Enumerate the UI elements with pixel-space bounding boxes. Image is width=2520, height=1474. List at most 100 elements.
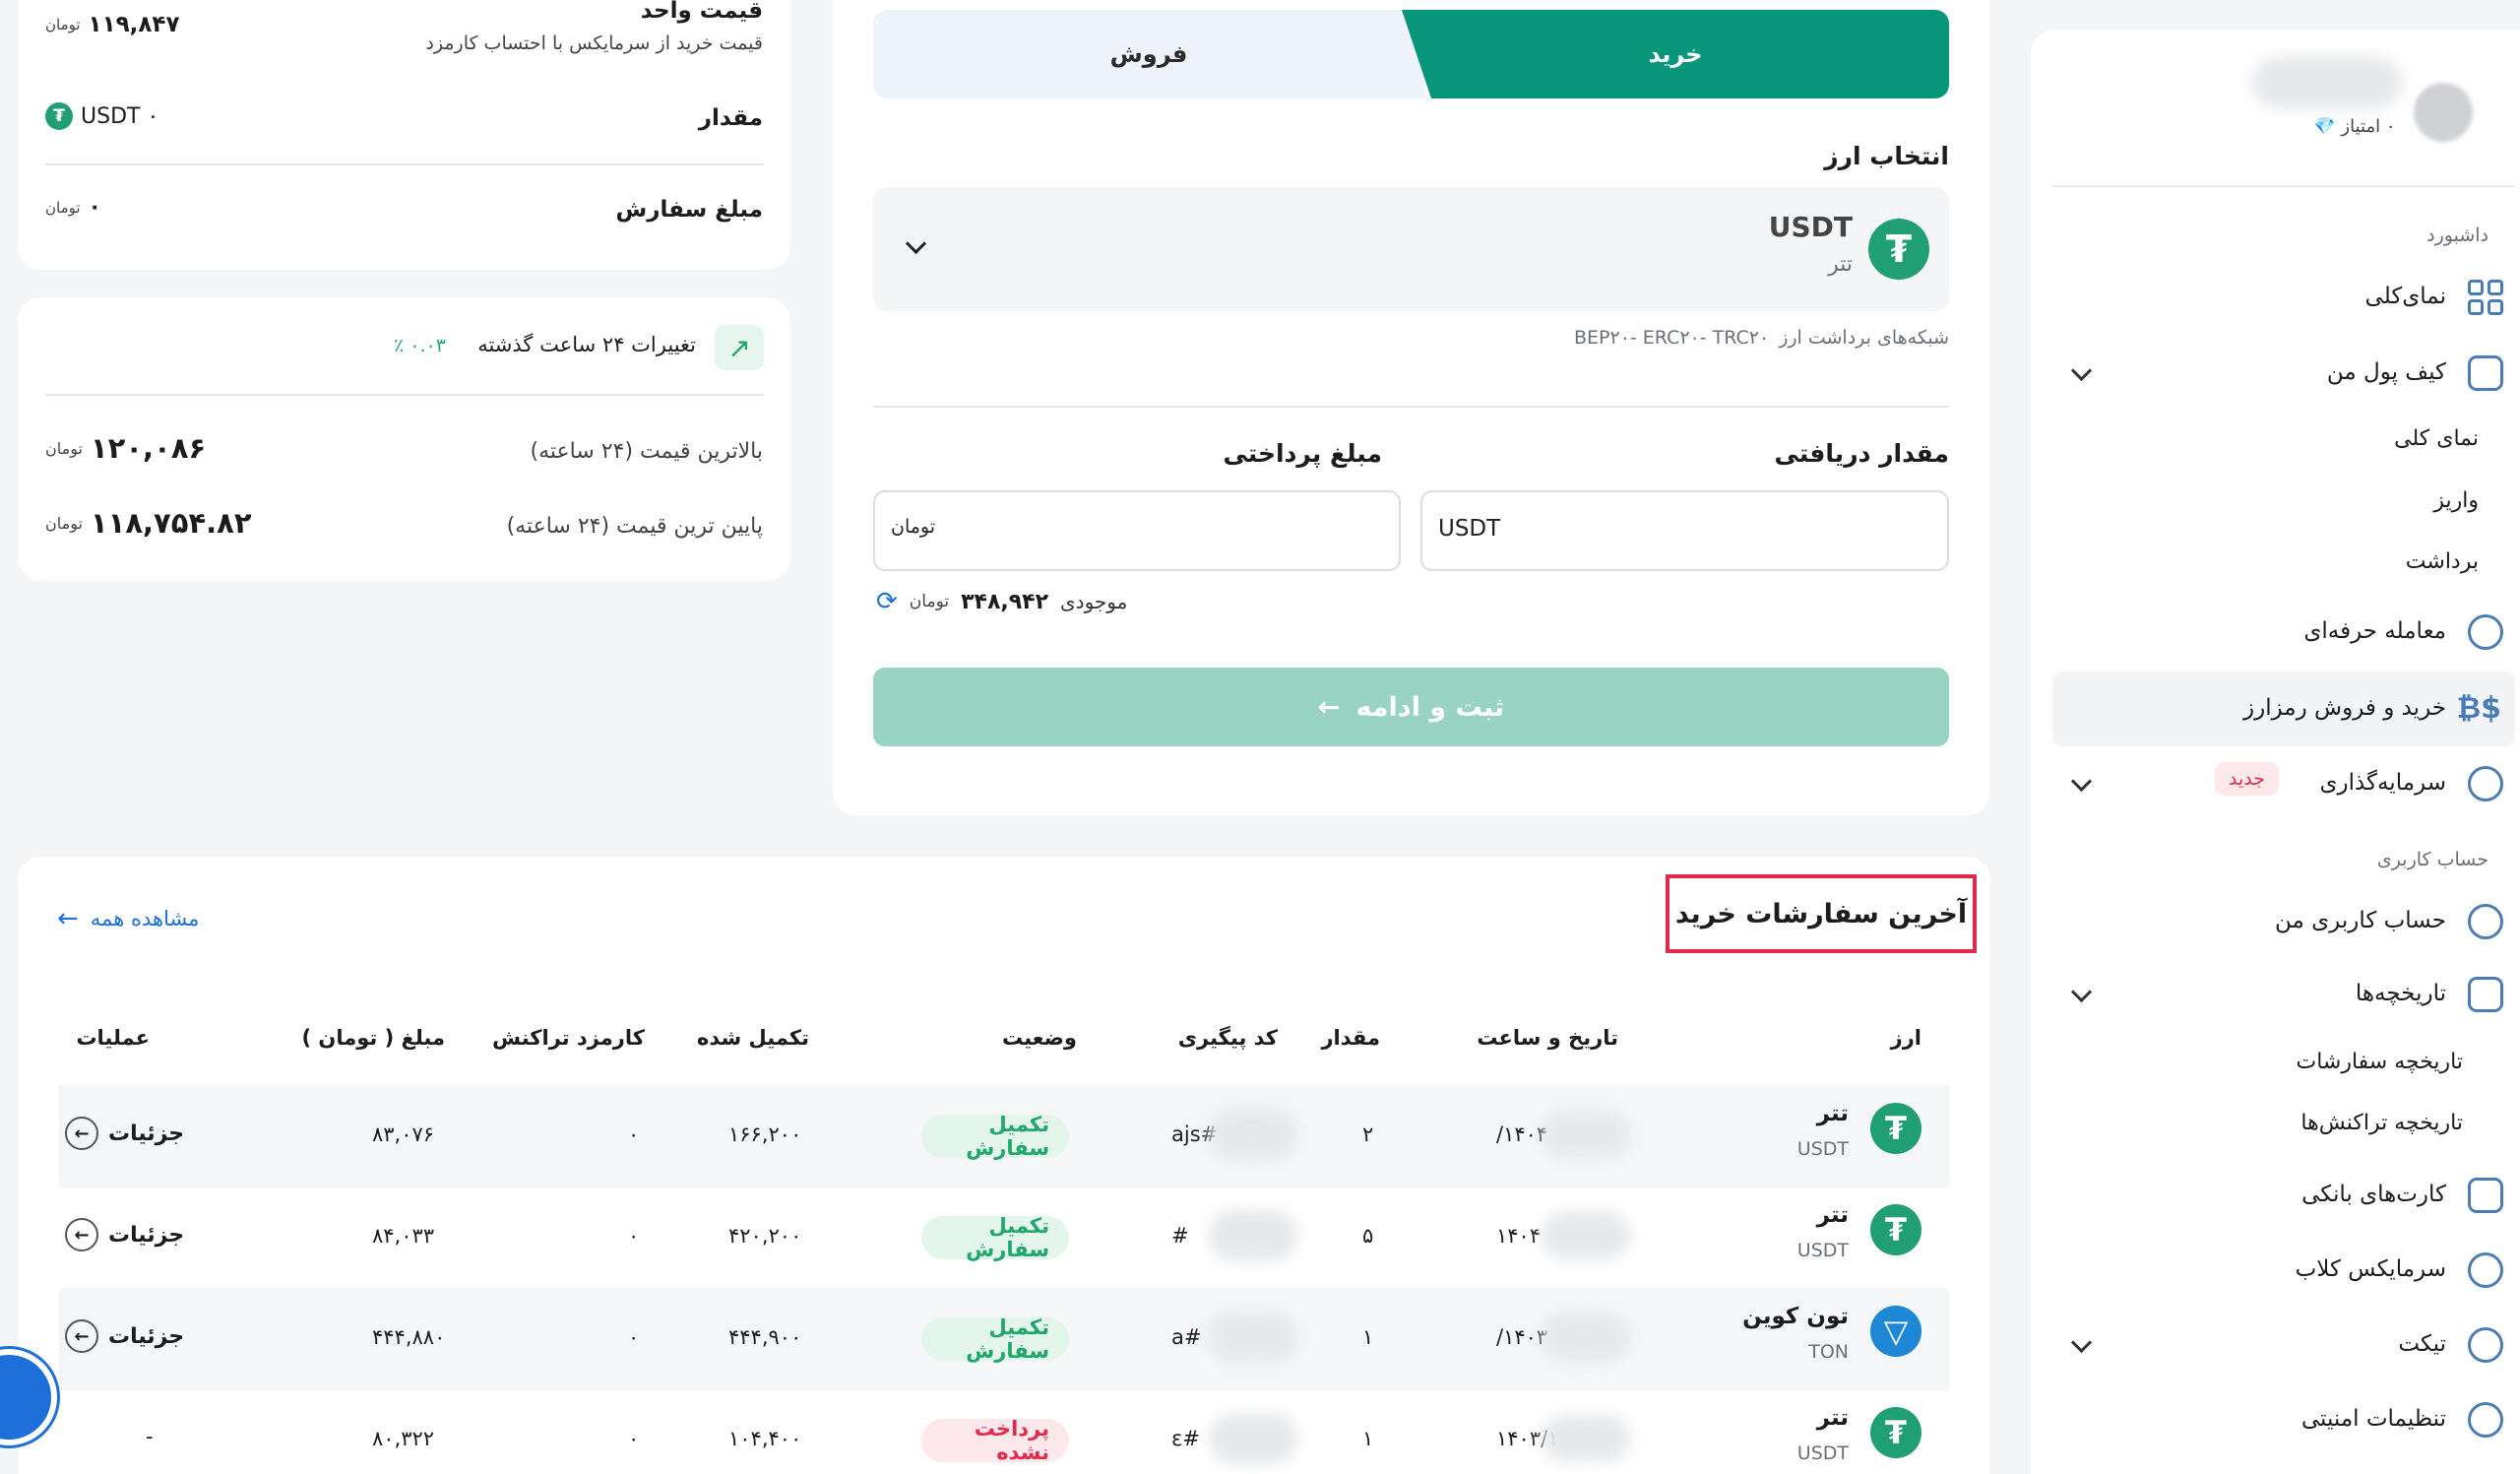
filled-amount: ۴۴۴,۹۰۰ xyxy=(728,1325,802,1349)
balance-value: ۳۴۸,۹۴۲ xyxy=(961,589,1049,614)
sidebar-subitem-withdraw[interactable]: برداشت xyxy=(2406,549,2479,574)
high-value: ۱۲۰,۰۸۶ xyxy=(90,431,207,465)
view-all-link[interactable]: ← مشاهده همه xyxy=(57,904,199,933)
submit-button[interactable]: ثبت و ادامه ← xyxy=(873,668,1949,746)
recent-orders-title: آخرین سفارشات خرید xyxy=(1666,874,1977,953)
unit-price-value: ۱۱۹,۸۴۷ xyxy=(88,12,180,37)
sidebar-subitem-wallet-overview[interactable]: نمای کلی xyxy=(2394,426,2479,451)
sidebar-item-wallet[interactable]: کیف پول من xyxy=(2052,350,2515,399)
sidebar-item-investment[interactable]: سرمایه‌گذاری جدید xyxy=(2052,760,2515,809)
sidebar-item-club[interactable]: سرمایکس کلاب xyxy=(2052,1247,2515,1296)
table-row: ₮ تتر USDT ۱۴۰۴ ۵ # تکمیل سفارش ۴۲۰,۲۰۰ … xyxy=(59,1186,1949,1289)
sidebar-item-histories[interactable]: تاریخچه‌ها xyxy=(2052,971,2515,1020)
submit-label: ثبت و ادامه xyxy=(1355,691,1505,723)
avatar[interactable] xyxy=(2414,83,2473,142)
balance-label: موجودی xyxy=(1060,590,1128,613)
arrow-left-icon: ← xyxy=(1317,691,1341,723)
tracking-code: #a xyxy=(1171,1325,1202,1349)
unit-price-label: قیمت واحد xyxy=(640,0,763,24)
details-label: جزئیات xyxy=(108,1323,185,1349)
pay-amount-input[interactable]: تومان xyxy=(873,490,1401,571)
table-row: ▽ تون کوین TON ۱۴۰۳/ ۱ #a تکمیل سفارش ۴۴… xyxy=(59,1288,1949,1390)
chevron-down-icon[interactable] xyxy=(2070,981,2093,1003)
form-divider xyxy=(873,406,1949,408)
sidebar-item-ticket[interactable]: تیکت xyxy=(2052,1321,2515,1371)
networks-label: شبکه‌های برداشت ارز xyxy=(1779,327,1949,349)
buy-tab-label: خرید xyxy=(1648,40,1703,68)
sidebar-item-buy-sell[interactable]: $₿ خرید و فروش رمزارز xyxy=(2052,672,2515,746)
order-amount-group: ۰ تومان xyxy=(45,195,101,220)
date-blurred xyxy=(1542,1111,1630,1158)
tracking-code-blurred xyxy=(1209,1312,1297,1363)
unit-price-sub: قیمت خرید از سرمایکس با احتساب کارمزد xyxy=(425,32,763,54)
status-badge: تکمیل سفارش xyxy=(921,1315,1069,1363)
sidebar-item-label: تنظیمات امنیتی xyxy=(2300,1406,2446,1432)
sell-tab-label: فروش xyxy=(1109,40,1188,68)
networks-info: شبکه‌های برداشت ارز BEP۲۰- ERC۲۰- TRC۲۰ xyxy=(1574,327,1949,349)
refresh-icon[interactable]: ⟳ xyxy=(876,587,898,616)
details-button[interactable]: جزئیات ← xyxy=(65,1218,184,1251)
sidebar-item-bank-cards[interactable]: کارت‌های بانکی xyxy=(2052,1172,2515,1221)
filled-amount: ۱۶۶,۲۰۰ xyxy=(728,1122,802,1146)
buy-tab[interactable]: خرید xyxy=(1402,10,1949,98)
chevron-down-icon[interactable] xyxy=(2070,359,2093,382)
amount-value: ۰ USDT xyxy=(81,103,159,129)
order-amount-label: مبلغ سفارش xyxy=(615,197,763,223)
receive-label: مقدار دریافتی xyxy=(1774,439,1949,468)
table-row: ₮ تتر USDT ۱۴۰۴/ ۲ #ajs تکمیل سفارش ۱۶۶,… xyxy=(59,1085,1949,1187)
tether-icon: ₮ xyxy=(1870,1407,1922,1458)
receive-amount-input[interactable]: USDT xyxy=(1420,490,1949,571)
username-blurred xyxy=(2252,57,2402,108)
sidebar-item-label: سرمایکس کلاب xyxy=(2295,1256,2446,1282)
tether-icon: ₮ xyxy=(1868,219,1929,280)
pay-label: مبلغ پرداختی xyxy=(1223,439,1382,468)
tracking-code-blurred xyxy=(1209,1210,1297,1261)
date-time: ۱۴۰۴/ xyxy=(1496,1122,1548,1146)
sidebar-item-label: خرید و فروش رمزارز xyxy=(2242,695,2446,721)
sidebar-item-my-account[interactable]: حساب کاربری من xyxy=(2052,898,2515,947)
pay-unit: تومان xyxy=(891,516,936,538)
sidebar-heading-account: حساب کاربری xyxy=(2376,849,2488,870)
currency-select[interactable]: ₮ USDT تتر xyxy=(873,187,1949,311)
star-badge-icon xyxy=(2468,1252,2503,1288)
sidebar-item-security[interactable]: تنظیمات امنیتی xyxy=(2052,1396,2515,1445)
low-label: پایین ترین قیمت (۲۴ ساعته) xyxy=(506,514,763,539)
details-button[interactable]: جزئیات ← xyxy=(65,1117,184,1150)
quantity: ۱ xyxy=(1362,1427,1374,1450)
tracking-code: # xyxy=(1171,1224,1189,1248)
sidebar-subitem-deposit[interactable]: واریز xyxy=(2433,488,2479,513)
unit-price-unit: تومان xyxy=(45,16,81,33)
sidebar-subitem-order-history[interactable]: تاریخچه سفارشات xyxy=(2296,1050,2463,1074)
sidebar-subitem-transaction-history[interactable]: تاریخچه تراکنش‌ها xyxy=(2300,1111,2463,1135)
date-blurred xyxy=(1542,1415,1630,1462)
change-label: تغییرات ۲۴ ساعت گذشته xyxy=(477,333,696,356)
sell-tab[interactable]: فروش xyxy=(873,10,1424,98)
column-header: کارمزد تراکنش xyxy=(492,1026,645,1050)
currency-name: تتر xyxy=(1828,252,1853,277)
fee: ۰ xyxy=(628,1224,640,1248)
tracking-code-blurred xyxy=(1209,1413,1297,1464)
low-value: ۱۱۸,۷۵۴.۸۲ xyxy=(90,506,252,540)
balance-row: ⟳ تومان ۳۴۸,۹۴۲ موجودی xyxy=(876,587,1127,616)
sidebar-item-label: معامله حرفه‌ای xyxy=(2303,618,2446,644)
column-header: ارز xyxy=(1890,1026,1922,1050)
arrow-left-icon: ← xyxy=(65,1319,98,1353)
filled-amount: ۱۰۴,۴۰۰ xyxy=(728,1427,802,1450)
details-button[interactable]: جزئیات ← xyxy=(65,1319,184,1353)
sidebar-item-pro-trade[interactable]: معامله حرفه‌ای xyxy=(2052,609,2515,658)
sidebar-item-label: کیف پول من xyxy=(2326,359,2446,385)
price: ۸۳,۰۷۶ xyxy=(372,1122,435,1146)
details-label: جزئیات xyxy=(108,1222,185,1248)
score-label: ۰ امتیاز 💎 xyxy=(2313,116,2396,137)
chevron-down-icon[interactable] xyxy=(2070,1331,2093,1354)
sidebar-item-overview[interactable]: نمای‌کلی xyxy=(2052,274,2515,323)
investment-icon xyxy=(2468,766,2503,801)
tracking-code: #ε xyxy=(1171,1427,1200,1450)
history-icon xyxy=(2468,977,2503,1012)
date-blurred xyxy=(1542,1314,1630,1361)
unit-price-value-group: ۱۱۹,۸۴۷ تومان xyxy=(45,12,180,37)
chevron-down-icon[interactable] xyxy=(2070,770,2093,793)
diamond-icon: 💎 xyxy=(2313,116,2336,137)
price: ۸۴,۰۳۳ xyxy=(372,1224,435,1248)
table-row: ₮ تتر USDT ۱۴۰۳/۱ ۱ #ε پرداخت نشده ۱۰۴,۴… xyxy=(59,1389,1949,1474)
